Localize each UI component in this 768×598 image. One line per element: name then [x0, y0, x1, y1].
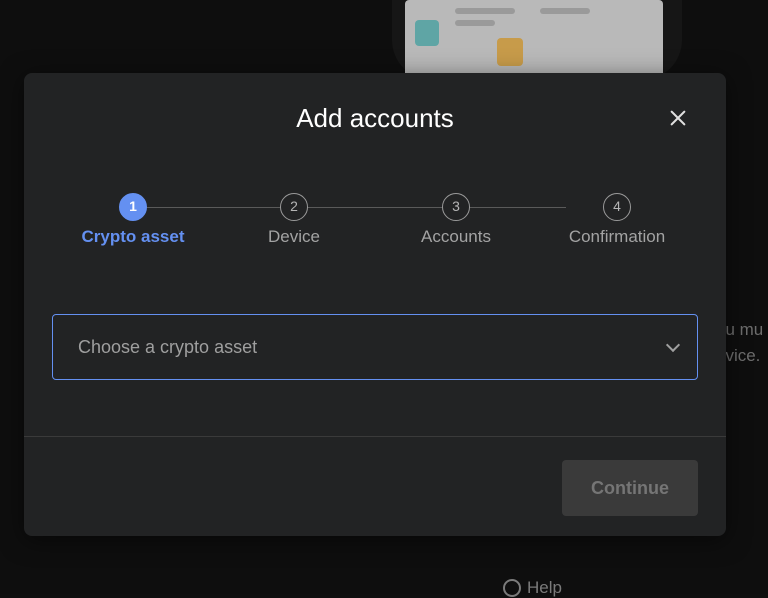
add-accounts-modal: Add accounts 1 Crypto asset 2 Device 3 A… [24, 73, 726, 536]
crypto-asset-select[interactable]: Choose a crypto asset [52, 314, 698, 380]
step-label: Confirmation [568, 227, 666, 246]
illustration-card [405, 0, 663, 80]
step-number: 1 [119, 193, 147, 221]
step-label: Device [268, 227, 320, 246]
close-icon[interactable] [666, 106, 690, 130]
chevron-down-icon [665, 337, 681, 353]
illustration-line [455, 20, 495, 26]
step-confirmation: 4 Confirmation [547, 193, 687, 247]
step-device: 2 Device [224, 193, 364, 247]
illustration-coin-icon [415, 20, 439, 46]
footer-divider [24, 436, 726, 437]
illustration-line [540, 8, 590, 14]
stepper: 1 Crypto asset 2 Device 3 Accounts 4 Con… [24, 193, 726, 253]
step-accounts: 3 Accounts [386, 193, 526, 247]
modal-title: Add accounts [296, 103, 454, 133]
step-number: 4 [603, 193, 631, 221]
help-icon [503, 579, 521, 597]
step-crypto-asset: 1 Crypto asset [63, 193, 203, 247]
help-label: Help [527, 578, 562, 597]
step-number: 3 [442, 193, 470, 221]
illustration-bitcoin-icon [497, 38, 523, 66]
step-label: Accounts [421, 227, 491, 246]
illustration-line [455, 8, 515, 14]
continue-button[interactable]: Continue [562, 460, 698, 516]
select-placeholder: Choose a crypto asset [78, 337, 258, 357]
help-link[interactable]: Help [503, 578, 562, 598]
step-number: 2 [280, 193, 308, 221]
step-label: Crypto asset [81, 227, 185, 246]
